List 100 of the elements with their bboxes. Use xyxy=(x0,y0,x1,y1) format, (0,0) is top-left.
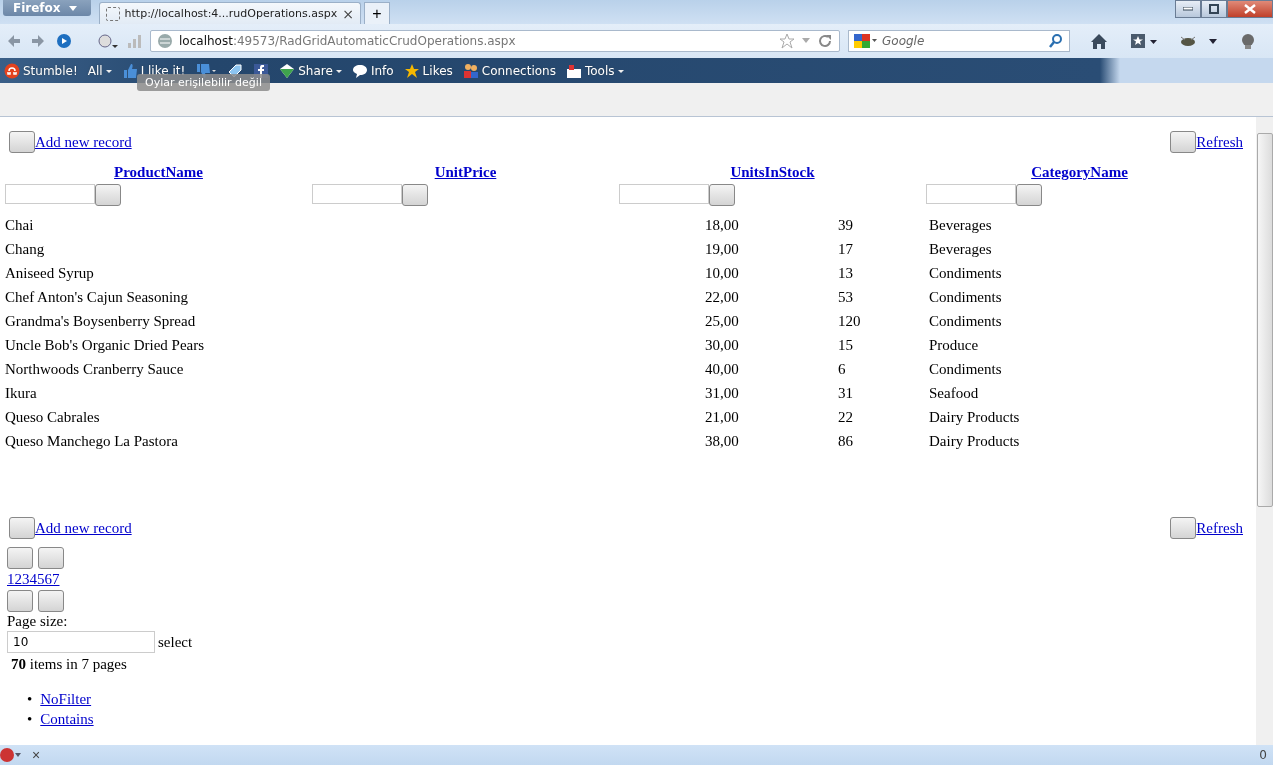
previous-page-button[interactable] xyxy=(38,547,64,569)
forward-arrow-icon[interactable] xyxy=(30,33,46,49)
column-header[interactable]: CategoryName xyxy=(1031,164,1128,181)
table-cell-text: Aniseed Syrup xyxy=(5,264,95,282)
mailbox-icon[interactable] xyxy=(565,62,582,79)
table-cell-text: Chang xyxy=(5,240,46,258)
search-icon[interactable] xyxy=(1048,33,1064,49)
table-cell-text: Condiments xyxy=(929,360,1003,378)
stumble-icon[interactable] xyxy=(4,62,20,79)
column-header[interactable]: UnitPrice xyxy=(434,164,497,181)
back-arrow-icon[interactable] xyxy=(6,33,22,49)
close-addon-bar-button[interactable]: × xyxy=(32,747,41,763)
toolbar-button[interactable]: Tools xyxy=(563,62,626,79)
table-cell-text: Seafood xyxy=(929,384,980,402)
caret-icon xyxy=(68,5,77,11)
thumbs-up-icon[interactable] xyxy=(121,62,138,79)
refresh-button[interactable] xyxy=(1170,131,1197,153)
table-cell-text: 31 xyxy=(838,384,854,402)
play-icon[interactable] xyxy=(54,33,74,49)
minimize-button[interactable] xyxy=(1175,0,1201,18)
filter-button[interactable] xyxy=(709,184,735,206)
address-bar[interactable]: localhost:49573/RadGridAutomaticCrudOperations.aspx xyxy=(150,30,840,52)
filter-option-link[interactable]: Contains xyxy=(40,709,94,729)
filter-button[interactable] xyxy=(95,184,121,206)
add-record-button[interactable] xyxy=(9,517,35,539)
column-header[interactable]: UnitsInStock xyxy=(730,164,815,181)
table-cell-text: Grandma's Boysenberry Spread xyxy=(5,312,197,330)
filter-button[interactable] xyxy=(1016,184,1042,206)
speech-bubble-icon[interactable] xyxy=(351,62,368,79)
filter-button[interactable] xyxy=(402,184,428,206)
table-cell-text: Produce xyxy=(929,336,980,354)
filter-field[interactable] xyxy=(312,184,402,204)
table-cell-text: Condiments xyxy=(929,288,1003,306)
maximize-button[interactable] xyxy=(1201,0,1227,18)
table-cell-text: 86 xyxy=(838,432,854,450)
people-icon[interactable] xyxy=(462,62,479,79)
table-cell-text: 40,00 xyxy=(705,360,740,378)
table-cell-text: 38,00 xyxy=(705,432,740,450)
table-cell-text: Northwoods Cranberry Sauce xyxy=(5,360,185,378)
star-icon[interactable] xyxy=(403,62,420,79)
page-numbers-link[interactable]: 1234567 xyxy=(7,569,60,590)
toolbar-button[interactable]: Likes xyxy=(401,62,455,79)
toolbar-button[interactable]: All xyxy=(85,63,114,78)
table-cell-text: Uncle Bob's Organic Dried Pears xyxy=(5,336,206,354)
refresh-link[interactable]: Refresh xyxy=(1196,519,1243,537)
filter-option-link[interactable]: NoFilter xyxy=(40,689,92,709)
tooltip: Oylar erişilebilir değil xyxy=(137,74,270,91)
table-cell-text: 53 xyxy=(838,288,854,306)
table-cell-text: 13 xyxy=(838,264,854,282)
next-page-button[interactable] xyxy=(7,590,33,612)
home-icon[interactable] xyxy=(1090,33,1108,49)
toolbar-button[interactable]: Stumble! xyxy=(2,62,80,79)
table-cell-text: 10,00 xyxy=(705,264,740,282)
page-size-field[interactable]: 10 xyxy=(7,631,155,653)
notification-count: 0 xyxy=(1259,748,1267,762)
table-cell-text: 15 xyxy=(838,336,854,354)
add-new-record-link[interactable]: Add new record xyxy=(35,133,132,151)
refresh-button[interactable] xyxy=(1170,517,1197,539)
close-button[interactable] xyxy=(1227,0,1273,18)
star-icon[interactable] xyxy=(779,33,795,49)
filter-field[interactable] xyxy=(926,184,1016,204)
globe-icon[interactable] xyxy=(96,33,118,49)
toolbar-button[interactable]: Info xyxy=(349,62,396,79)
table-cell-text: 25,00 xyxy=(705,312,740,330)
table-cell-text: 18,00 xyxy=(705,216,740,234)
table-cell-text: 17 xyxy=(838,240,854,258)
bullet: • xyxy=(27,710,33,729)
adblock-icon[interactable] xyxy=(0,747,22,763)
first-page-button[interactable] xyxy=(7,547,33,569)
column-header[interactable]: ProductName xyxy=(114,164,203,181)
table-cell-text: 19,00 xyxy=(705,240,740,258)
filter-field[interactable] xyxy=(5,184,95,204)
google-logo-icon[interactable] xyxy=(854,33,878,49)
close-icon xyxy=(1244,4,1256,14)
scrollbar-thumb[interactable] xyxy=(1256,133,1273,507)
reload-icon[interactable] xyxy=(817,33,833,49)
toolbar-button[interactable]: Connections xyxy=(460,62,558,79)
share-icon[interactable] xyxy=(279,62,296,79)
table-cell-text: Dairy Products xyxy=(929,432,1021,450)
table-cell-text: 21,00 xyxy=(705,408,740,426)
new-tab-button[interactable]: + xyxy=(364,2,390,24)
table-cell-text: Condiments xyxy=(929,264,1003,282)
add-new-record-link[interactable]: Add new record xyxy=(35,519,132,537)
table-cell-text: Ikura xyxy=(5,384,38,402)
toolbar-button[interactable]: Share xyxy=(277,62,344,79)
browser-tab[interactable]: http://localhost:4...rudOperations.aspx × xyxy=(99,2,361,24)
add-record-button[interactable] xyxy=(9,131,35,153)
page-size-label: Page size: xyxy=(7,612,68,631)
search-field[interactable]: Google xyxy=(848,30,1070,52)
table-cell-text: Chef Anton's Cajun Seasoning xyxy=(5,288,190,306)
last-page-button[interactable] xyxy=(38,590,64,612)
table-cell-text: 22,00 xyxy=(705,288,740,306)
refresh-link[interactable]: Refresh xyxy=(1196,133,1243,151)
globe-icon xyxy=(157,33,173,49)
bookmarks-icon[interactable] xyxy=(1130,33,1158,49)
lightbulb-icon[interactable] xyxy=(1240,33,1256,49)
filter-field[interactable] xyxy=(619,184,709,204)
bullet: • xyxy=(27,690,33,709)
scrollbar[interactable] xyxy=(1256,117,1273,745)
tab-close-button[interactable]: × xyxy=(342,5,354,22)
